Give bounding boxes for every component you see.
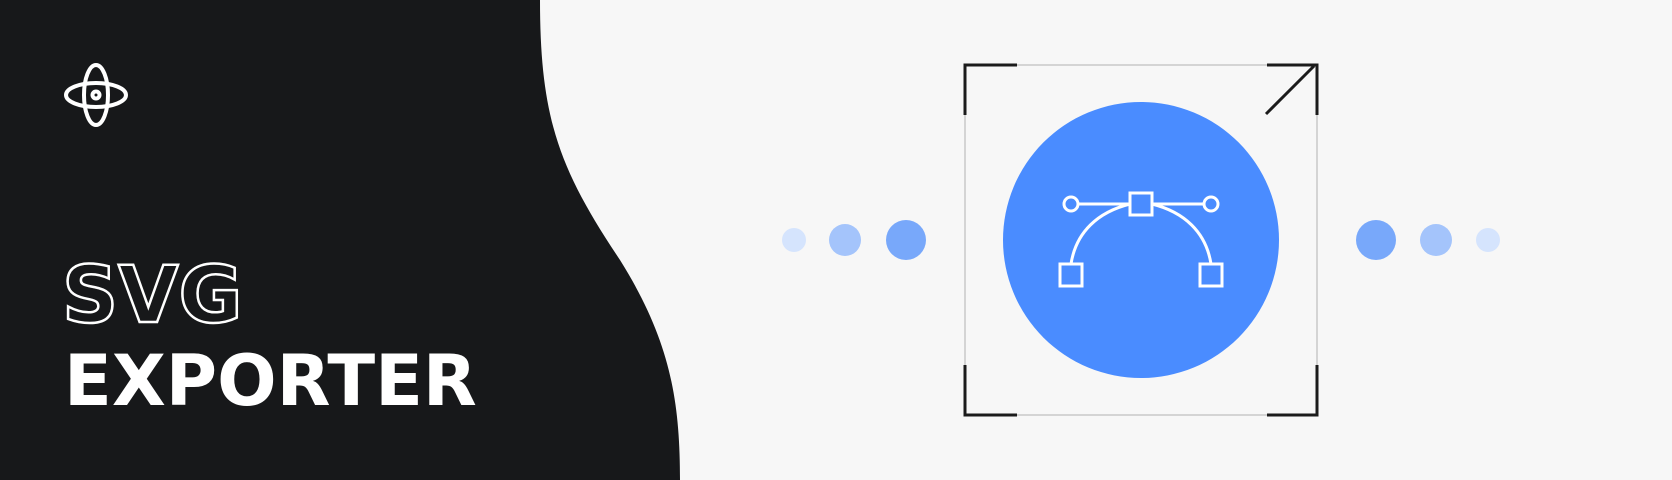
title-line-1: SVG [62,251,243,341]
export-illustration [782,63,1500,417]
dot-right-small [1476,228,1500,252]
orbit-logo-icon [64,63,128,127]
dot-left-medium [829,224,861,256]
resize-arrow-icon [1264,64,1316,116]
dot-left-small [782,228,806,252]
dot-left-large [886,220,926,260]
title-svg-outline: SVG [61,250,244,343]
svg-exporter-banner: SVG EXPORTER [0,0,1672,480]
title-line-2: EXPORTER [64,340,477,422]
bezier-badge [1003,102,1279,378]
dot-right-large [1356,220,1396,260]
dot-right-medium [1420,224,1452,256]
